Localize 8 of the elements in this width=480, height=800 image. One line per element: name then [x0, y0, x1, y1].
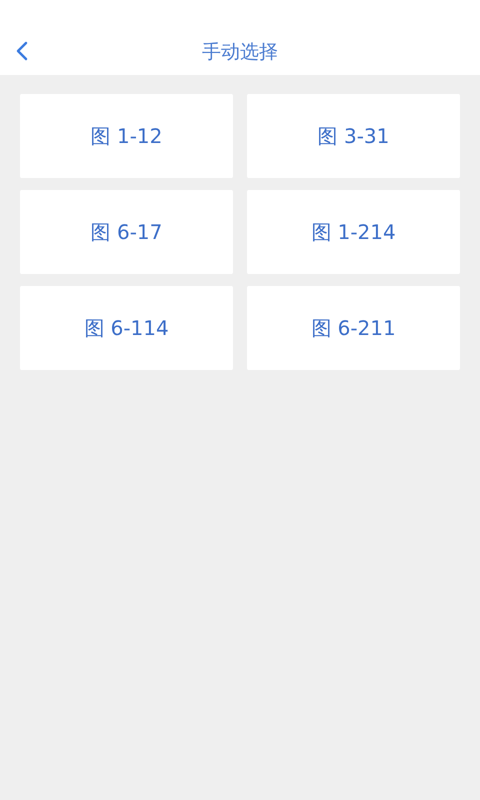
back-icon[interactable] — [16, 41, 28, 61]
page-title: 手动选择 — [202, 40, 278, 64]
figure-option[interactable]: 图 1-214 — [247, 190, 460, 274]
figure-option[interactable]: 图 6-211 — [247, 286, 460, 370]
figure-option[interactable]: 图 6-114 — [20, 286, 233, 370]
figure-option[interactable]: 图 6-17 — [20, 190, 233, 274]
figure-option[interactable]: 图 3-31 — [247, 94, 460, 178]
figure-option[interactable]: 图 1-12 — [20, 94, 233, 178]
